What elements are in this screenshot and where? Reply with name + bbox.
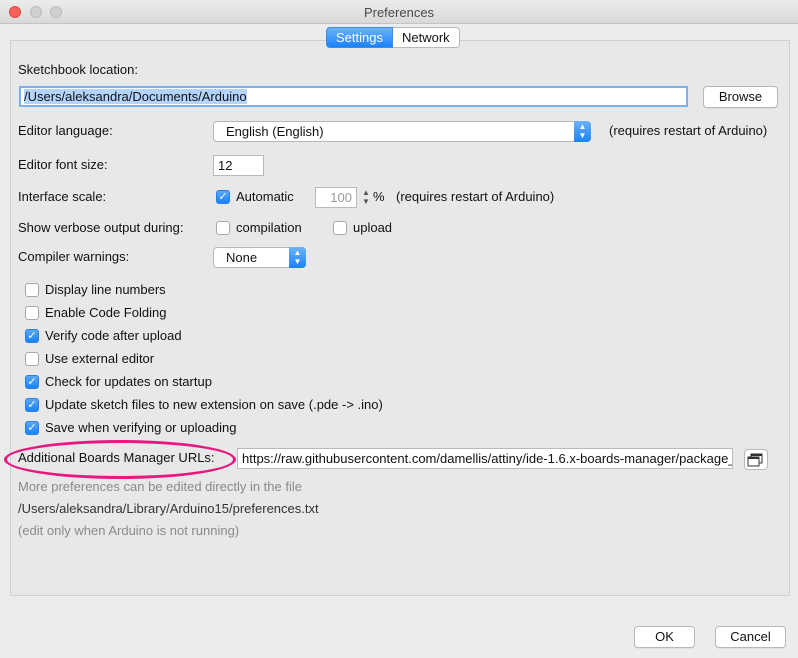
check-updates-label: Check for updates on startup: [45, 374, 212, 389]
cancel-button[interactable]: Cancel: [715, 626, 786, 648]
interface-scale-restart-note: (requires restart of Arduino): [396, 189, 555, 204]
ok-button[interactable]: OK: [634, 626, 695, 648]
update-sketch-extension-label: Update sketch files to new extension on …: [45, 397, 383, 412]
checkmark-icon: ✓: [27, 422, 37, 434]
verbose-compilation-checkbox[interactable]: [216, 221, 230, 235]
checkmark-icon: ✓: [27, 330, 37, 342]
window-icon: [747, 453, 763, 467]
compiler-warnings-label: Compiler warnings:: [18, 249, 130, 264]
checkmark-icon: ✓: [27, 399, 37, 411]
display-line-numbers-checkbox[interactable]: [25, 283, 39, 297]
verify-code-after-upload-label: Verify code after upload: [45, 328, 182, 343]
update-sketch-extension-checkbox[interactable]: ✓: [25, 398, 39, 412]
tab-bar: Settings Network: [326, 27, 460, 48]
enable-code-folding-checkbox[interactable]: [25, 306, 39, 320]
more-preferences-text: More preferences can be edited directly …: [18, 479, 302, 494]
font-size-label: Editor font size:: [18, 157, 108, 172]
font-size-input[interactable]: 12: [213, 155, 264, 176]
window-title: Preferences: [363, 5, 435, 20]
compiler-warnings-select[interactable]: None ▲ ▼: [213, 247, 306, 268]
save-when-verifying-label: Save when verifying or uploading: [45, 420, 237, 435]
interface-scale-automatic-label: Automatic: [236, 189, 294, 204]
use-external-editor-checkbox[interactable]: [25, 352, 39, 366]
check-updates-checkbox[interactable]: ✓: [25, 375, 39, 389]
checkmark-icon: ✓: [27, 376, 37, 388]
verbose-upload-checkbox[interactable]: [333, 221, 347, 235]
tab-network[interactable]: Network: [392, 27, 460, 48]
sketchbook-location-value: /Users/aleksandra/Documents/Arduino: [24, 89, 247, 104]
browse-button[interactable]: Browse: [703, 86, 778, 108]
display-line-numbers-label: Display line numbers: [45, 282, 166, 297]
boards-manager-urls-label: Additional Boards Manager URLs:: [18, 450, 215, 465]
sketchbook-location-input[interactable]: /Users/aleksandra/Documents/Arduino: [19, 86, 688, 107]
verbose-upload-label: upload: [353, 220, 393, 235]
editor-language-restart-note: (requires restart of Arduino): [609, 123, 768, 138]
interface-scale-automatic-checkbox[interactable]: ✓: [216, 190, 230, 204]
editor-language-select[interactable]: English (English) ▲ ▼: [213, 121, 591, 142]
verbose-output-label: Show verbose output during:: [18, 220, 184, 235]
verbose-compilation-label: compilation: [236, 220, 302, 235]
verify-code-after-upload-checkbox[interactable]: ✓: [25, 329, 39, 343]
interface-scale-unit: %: [373, 189, 385, 204]
tab-settings[interactable]: Settings: [326, 27, 393, 48]
chevron-updown-icon: ▲ ▼: [289, 247, 306, 268]
edit-urls-window-button[interactable]: [744, 449, 768, 470]
compiler-warnings-value: None: [226, 250, 258, 265]
title-bar: Preferences: [0, 0, 798, 24]
chevron-updown-icon: ▲ ▼: [574, 121, 591, 142]
preferences-file-path: /Users/aleksandra/Library/Arduino15/pref…: [18, 501, 319, 516]
editor-language-label: Editor language:: [18, 123, 113, 138]
checkmark-icon: ✓: [218, 191, 228, 203]
interface-scale-stepper[interactable]: ▲ ▼: [361, 188, 371, 209]
sketchbook-label: Sketchbook location:: [18, 62, 138, 77]
save-when-verifying-checkbox[interactable]: ✓: [25, 421, 39, 435]
edit-note-text: (edit only when Arduino is not running): [18, 523, 240, 538]
enable-code-folding-label: Enable Code Folding: [45, 305, 167, 320]
editor-language-value: English (English): [226, 124, 324, 139]
interface-scale-label: Interface scale:: [18, 189, 107, 204]
interface-scale-input[interactable]: 100: [315, 187, 357, 208]
boards-manager-urls-input[interactable]: https://raw.githubusercontent.com/damell…: [237, 448, 733, 469]
use-external-editor-label: Use external editor: [45, 351, 155, 366]
